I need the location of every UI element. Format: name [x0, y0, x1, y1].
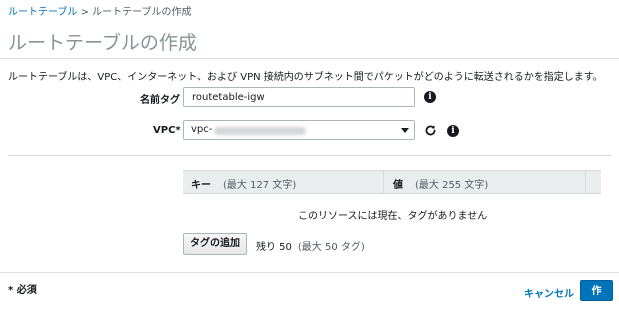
- breadcrumb: ルートテーブル > ルートテーブルの作成: [8, 3, 192, 18]
- tag-table-header: キー (最大 127 文字) 値 (最大 255 文字): [183, 170, 601, 194]
- create-button[interactable]: 作成: [580, 280, 613, 316]
- required-note: * 必須: [8, 285, 37, 296]
- breadcrumb-route-tables-link[interactable]: ルートテーブル: [8, 7, 77, 18]
- tags-remaining: 残り 50 (最大 50 タグ): [256, 238, 365, 253]
- tag-key-hint: (最大 127 文字): [223, 180, 297, 191]
- tags-remaining-hint: (最大 50 タグ): [297, 242, 365, 253]
- tag-value-column-header: 値 (最大 255 文字): [393, 176, 488, 191]
- chevron-down-icon: [401, 128, 409, 133]
- cancel-button[interactable]: キャンセル: [524, 285, 574, 300]
- vpc-label: VPC*: [153, 125, 181, 136]
- info-icon[interactable]: i: [424, 91, 436, 103]
- name-tag-input[interactable]: [183, 87, 415, 107]
- column-divider: [383, 171, 384, 193]
- tag-value-hint: (最大 255 文字): [415, 180, 489, 191]
- column-divider: [585, 171, 586, 193]
- name-tag-label: 名前タグ: [140, 95, 180, 106]
- info-icon[interactable]: i: [447, 125, 459, 137]
- vpc-select-value: vpc-: [191, 124, 213, 135]
- tag-key-column-header: キー (最大 127 文字): [191, 176, 296, 191]
- tag-key-header: キー: [191, 180, 211, 191]
- section-divider: [8, 155, 611, 156]
- vpc-select[interactable]: vpc-: [183, 120, 415, 140]
- breadcrumb-separator: >: [77, 7, 93, 18]
- footer-divider: [0, 272, 619, 273]
- refresh-icon[interactable]: [424, 124, 437, 137]
- tags-remaining-count: 残り 50: [256, 242, 292, 253]
- breadcrumb-current: ルートテーブルの作成: [92, 7, 192, 18]
- add-tag-button[interactable]: タグの追加: [183, 233, 247, 255]
- page-title: ルートテーブルの作成: [8, 32, 197, 54]
- vpc-id-redacted: [214, 127, 306, 135]
- tags-empty-message: このリソースには現在、タグがありません: [298, 211, 488, 222]
- tag-value-header: 値: [393, 180, 403, 191]
- page-description: ルートテーブルは、VPC、インターネット、および VPN 接続内のサブネット間で…: [8, 72, 603, 83]
- title-divider: [0, 58, 619, 59]
